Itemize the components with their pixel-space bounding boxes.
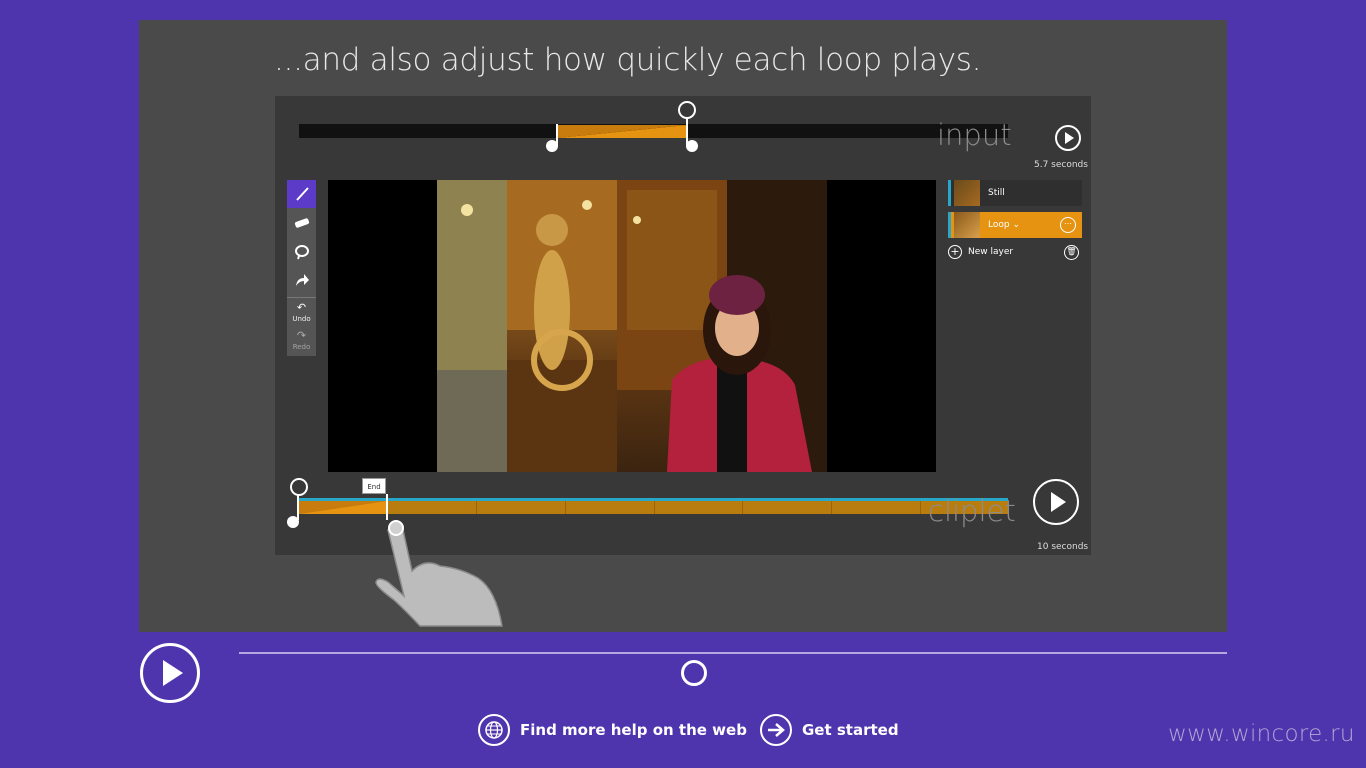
input-speed-handle[interactable]: [678, 101, 696, 119]
timeline-segment-divider: [654, 501, 655, 514]
input-duration: 5.7 seconds: [1034, 160, 1088, 170]
video-preview: [328, 180, 936, 472]
tool-panel: ↶ Undo ↷ Redo: [287, 180, 316, 356]
share-arrow-icon: [295, 274, 309, 286]
cliplet-start-line: [297, 495, 299, 520]
undo-icon: ↶: [296, 301, 307, 314]
video-frame-photo: [437, 180, 827, 472]
redo-icon: ↷: [296, 329, 307, 342]
input-end-handle[interactable]: [686, 140, 698, 152]
more-options-icon[interactable]: ⋯: [1060, 217, 1076, 233]
get-started-label: Get started: [802, 721, 899, 739]
undo-button[interactable]: ↶ Undo: [287, 300, 316, 326]
tool-divider: [287, 297, 316, 298]
layer-still-label: Still: [988, 188, 1005, 198]
undo-label: Undo: [292, 315, 311, 323]
layer-still-thumbnail: [954, 180, 980, 206]
brush-icon: [295, 187, 309, 201]
input-selection: [557, 125, 687, 138]
cliplet-speed-handle[interactable]: [290, 478, 308, 496]
brush-tool-button[interactable]: [287, 180, 316, 208]
touch-hand-icon: [375, 520, 503, 627]
cliplet-loop-segment: [299, 501, 387, 514]
arrow-right-icon: [760, 714, 792, 746]
layer-loop-thumbnail: [954, 212, 980, 238]
cliplet-start-handle[interactable]: [287, 516, 299, 528]
input-start-handle[interactable]: [546, 140, 558, 152]
globe-icon: [478, 714, 510, 746]
play-icon: [1051, 492, 1066, 512]
add-icon: +: [948, 245, 962, 259]
eraser-tool-button[interactable]: [287, 209, 316, 237]
redo-label: Redo: [292, 343, 311, 351]
input-label: input: [937, 118, 1012, 152]
new-layer-button[interactable]: + New layer: [948, 245, 1013, 259]
eraser-icon: [294, 218, 309, 228]
watermark: www.wincore.ru: [1168, 721, 1355, 747]
layer-still[interactable]: Still: [948, 180, 1082, 206]
share-tool-button[interactable]: [287, 266, 316, 294]
tutorial-progress-track[interactable]: [239, 652, 1227, 654]
redo-button[interactable]: ↷ Redo: [287, 328, 316, 354]
delete-layer-icon[interactable]: 🗑: [1064, 245, 1079, 260]
timeline-segment-divider: [742, 501, 743, 514]
layer-loop-label: Loop ⌄: [988, 220, 1020, 230]
input-play-button[interactable]: [1055, 125, 1081, 151]
timeline-segment-divider: [476, 501, 477, 514]
end-tooltip: End: [362, 478, 386, 494]
tutorial-play-button[interactable]: [140, 643, 200, 703]
cliplet-timeline[interactable]: [299, 498, 1008, 514]
timeline-segment-divider: [920, 501, 921, 514]
lasso-icon: [294, 245, 309, 260]
cliplet-play-button[interactable]: [1033, 479, 1079, 525]
cliplet-label: cliplet: [928, 494, 1016, 528]
timeline-segment-divider: [831, 501, 832, 514]
layer-loop[interactable]: Loop ⌄ ⋯: [948, 212, 1082, 238]
shop-scene-illustration: [437, 180, 827, 472]
get-started-link[interactable]: Get started: [760, 712, 899, 748]
find-help-label: Find more help on the web: [520, 721, 747, 739]
timeline-segment-divider: [565, 501, 566, 514]
new-layer-label: New layer: [968, 247, 1014, 257]
find-help-link[interactable]: Find more help on the web: [478, 712, 747, 748]
cliplet-duration: 10 seconds: [1037, 542, 1089, 552]
tutorial-progress-knob[interactable]: [681, 660, 707, 686]
lasso-tool-button[interactable]: [287, 238, 316, 266]
tutorial-headline: ...and also adjust how quickly each loop…: [274, 42, 982, 78]
